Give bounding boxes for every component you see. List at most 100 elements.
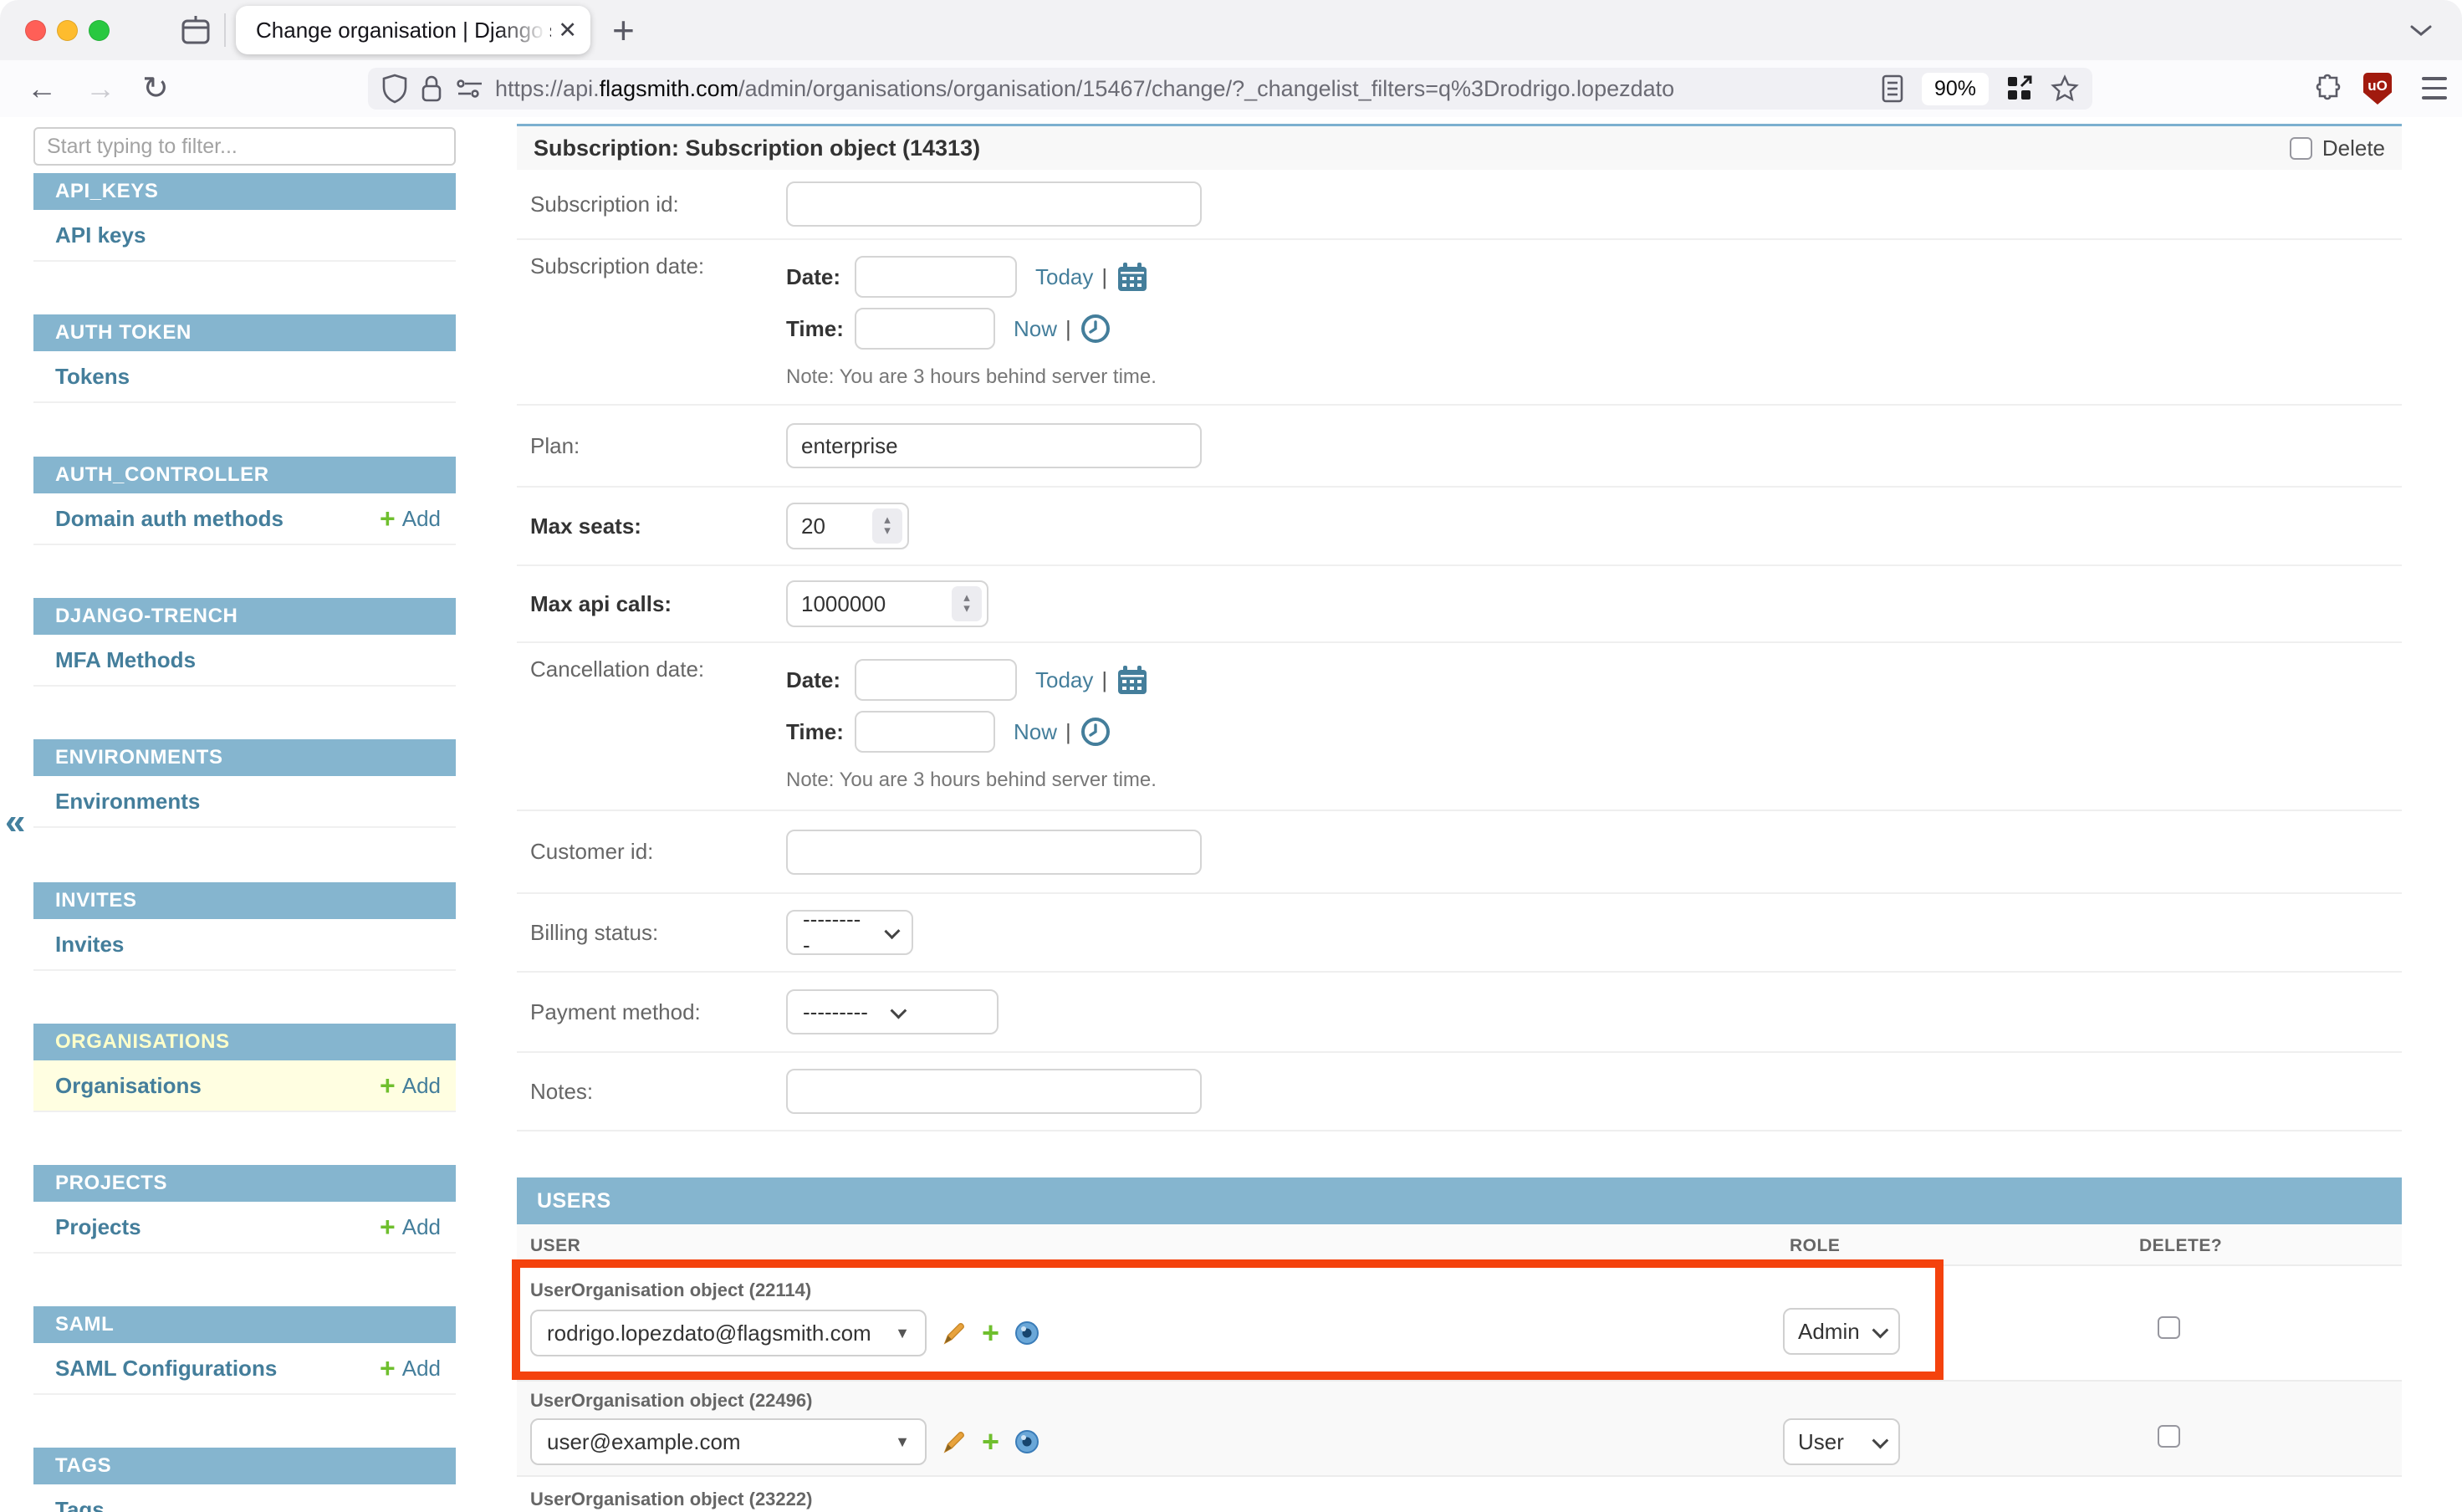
calendar-icon[interactable] [1116, 663, 1149, 697]
users-column-headers: USER ROLE DELETE? [517, 1224, 2402, 1266]
customer-id-input[interactable] [786, 830, 1202, 875]
forward-button[interactable]: → [85, 70, 115, 107]
number-spinner[interactable]: ▴▾ [872, 508, 902, 544]
view-eye-icon[interactable] [1014, 1429, 1039, 1454]
sidebar-section-invites: INVITES Invites [33, 882, 456, 998]
permissions-icon[interactable] [455, 78, 485, 100]
chevron-down-icon [890, 1003, 907, 1019]
sidebar-item-saml-configurations[interactable]: SAML Configurations +Add [33, 1343, 456, 1395]
minimize-window-button[interactable] [57, 20, 78, 41]
add-label: Add [402, 1356, 441, 1382]
zoom-level-button[interactable]: 90% [1922, 73, 1989, 105]
view-eye-icon[interactable] [1014, 1320, 1039, 1346]
role-select[interactable]: User [1783, 1418, 1900, 1465]
url-bar[interactable]: https://api.flagsmith.com/admin/organisa… [368, 68, 2092, 110]
sidebar-collapse-toggle[interactable]: « [5, 801, 25, 843]
url-text[interactable]: https://api.flagsmith.com/admin/organisa… [495, 76, 1880, 102]
calendar-icon[interactable] [1116, 260, 1149, 294]
sidebar-section-environments: ENVIRONMENTS Environments [33, 739, 456, 855]
billing-status-select[interactable]: --------- [786, 910, 913, 955]
maximize-window-button[interactable] [89, 20, 110, 41]
form-row-notes: Notes: [517, 1053, 2402, 1131]
max-api-calls-stepper: ▴▾ [786, 580, 988, 627]
now-link[interactable]: Now [1014, 316, 1057, 342]
tab-close-icon[interactable]: ✕ [558, 18, 577, 43]
role-select[interactable]: Admin [1783, 1308, 1900, 1355]
add-user-icon[interactable]: + [982, 1318, 999, 1348]
tab-overflow-chevron-icon[interactable] [2408, 23, 2434, 38]
time-label: Time: [786, 316, 855, 342]
bookmark-star-icon[interactable] [2051, 74, 2079, 103]
divider [224, 13, 226, 47]
back-button[interactable]: ← [27, 70, 57, 107]
clock-icon[interactable] [1080, 313, 1111, 345]
today-link[interactable]: Today [1035, 667, 1093, 693]
field-label: Plan: [530, 433, 786, 459]
sidebar-toggle-icon[interactable] [179, 12, 212, 49]
sidebar-item-mfa-methods[interactable]: MFA Methods [33, 635, 456, 687]
column-header-role: ROLE [1790, 1236, 1840, 1256]
subscription-time-input[interactable] [855, 308, 995, 350]
today-link[interactable]: Today [1035, 264, 1093, 290]
tab-strip: Change organisation | Django site ad ✕ + [0, 0, 2462, 60]
sidebar-item-tags[interactable]: Tags [33, 1484, 456, 1512]
max-seats-input[interactable] [788, 513, 872, 539]
cancellation-date-input[interactable] [855, 659, 1017, 701]
sidebar-item-environments[interactable]: Environments [33, 776, 456, 828]
section-footer [33, 971, 456, 998]
subscription-date-input[interactable] [855, 256, 1017, 298]
tiles-extension-icon[interactable] [2005, 74, 2034, 103]
section-header: SAML [33, 1306, 456, 1343]
payment-method-select[interactable]: --------- [786, 989, 999, 1034]
form-row-plan: Plan: [517, 406, 2402, 488]
add-link[interactable]: +Add [380, 1355, 441, 1382]
sidebar-item-tokens[interactable]: Tokens [33, 351, 456, 403]
add-link[interactable]: +Add [380, 505, 441, 532]
form-row-cancellation-date: Cancellation date: Date: Today | [517, 643, 2402, 811]
clock-icon[interactable] [1080, 716, 1111, 748]
navigation-toolbar: ← → ↻ https://api.flagsmith.com/admin/or… [0, 60, 2462, 118]
ublock-extension-icon[interactable]: uO [2363, 73, 2392, 105]
now-link[interactable]: Now [1014, 719, 1057, 745]
reader-view-icon[interactable] [1880, 74, 1905, 104]
delete-user-checkbox[interactable] [2158, 1425, 2180, 1448]
extensions-puzzle-icon[interactable] [2310, 73, 2342, 105]
lock-icon[interactable] [420, 74, 443, 104]
browser-window: Change organisation | Django site ad ✕ +… [0, 0, 2462, 1512]
edit-pencil-icon[interactable] [942, 1320, 967, 1346]
plan-input[interactable] [786, 423, 1202, 468]
new-tab-button[interactable]: + [612, 11, 635, 49]
section-footer [33, 1395, 456, 1422]
sidebar-item-organisations[interactable]: Organisations +Add [33, 1060, 456, 1112]
add-link[interactable]: +Add [380, 1072, 441, 1099]
user-select[interactable]: user@example.com ▼ [530, 1418, 927, 1465]
sidebar-item-api-keys[interactable]: API keys [33, 210, 456, 262]
user-row: UserOrganisation object (23222) [517, 1477, 2402, 1512]
dropdown-arrow-icon: ▼ [895, 1325, 910, 1342]
sidebar-item-invites[interactable]: Invites [33, 919, 456, 971]
add-link[interactable]: +Add [380, 1213, 441, 1240]
sidebar-section-api-keys: API_KEYS API keys [33, 173, 456, 289]
separator: | [1101, 667, 1107, 693]
subscription-id-input[interactable] [786, 181, 1202, 227]
reload-button[interactable]: ↻ [142, 70, 169, 107]
notes-input[interactable] [786, 1069, 1202, 1114]
close-window-button[interactable] [25, 20, 46, 41]
active-tab[interactable]: Change organisation | Django site ad ✕ [236, 6, 590, 54]
cancellation-time-input[interactable] [855, 711, 995, 753]
edit-pencil-icon[interactable] [942, 1429, 967, 1454]
section-header: PROJECTS [33, 1165, 456, 1202]
add-user-icon[interactable]: + [982, 1427, 999, 1457]
tab-title-fade [497, 9, 547, 51]
user-select[interactable]: rodrigo.lopezdato@flagsmith.com ▼ [530, 1310, 927, 1356]
sidebar-item-domain-auth-methods[interactable]: Domain auth methods +Add [33, 493, 456, 545]
plus-icon: + [380, 1213, 396, 1240]
delete-user-checkbox[interactable] [2158, 1316, 2180, 1339]
max-api-calls-input[interactable] [788, 591, 952, 617]
shield-icon[interactable] [381, 73, 408, 105]
delete-subscription-checkbox[interactable] [2290, 137, 2312, 160]
menu-hamburger-icon[interactable] [2422, 77, 2447, 100]
sidebar-item-projects[interactable]: Projects +Add [33, 1202, 456, 1254]
number-spinner[interactable]: ▴▾ [952, 586, 982, 621]
sidebar-filter-input[interactable] [33, 127, 456, 166]
